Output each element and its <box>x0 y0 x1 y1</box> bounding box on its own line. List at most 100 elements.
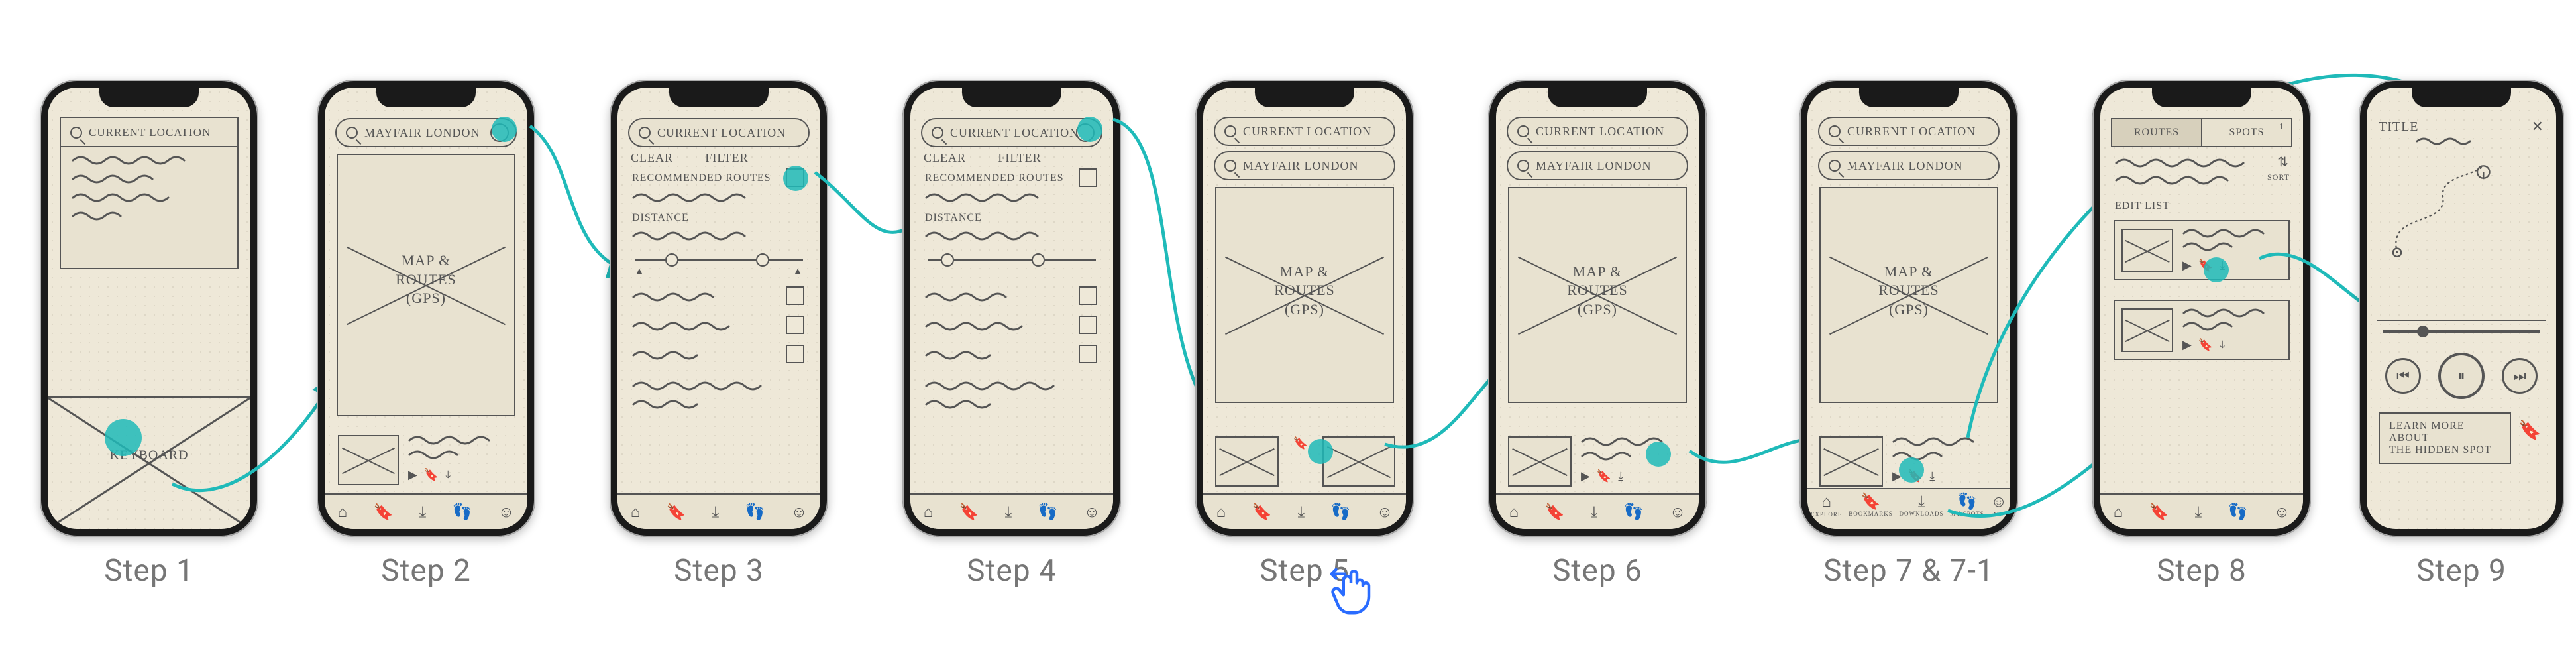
tab-downloads-icon[interactable]: ⤓ <box>1591 503 1598 521</box>
info-note[interactable]: LEARN MORE ABOUT THE HIDDEN SPOT <box>2379 412 2511 464</box>
tab-downloads-icon[interactable]: ⤓ <box>712 503 720 521</box>
tab-bookmarks-icon[interactable]: 🔖 <box>1252 503 1271 521</box>
download-icon[interactable]: ⤓ <box>445 468 451 482</box>
route-preview <box>2367 141 2519 293</box>
bookmark-icon[interactable]: 🔖 <box>2518 419 2542 441</box>
forward-button[interactable]: ⏭ <box>2502 358 2538 394</box>
edit-list[interactable]: EDIT LIST <box>2115 200 2170 212</box>
tab-profile-icon[interactable]: ☺ <box>1991 492 2008 511</box>
pause-button[interactable]: ⏸ <box>2438 353 2485 399</box>
screen: CURRENT LOCATION MAYFAIR LONDON MAP & RO… <box>1203 88 1406 529</box>
tab-explore-icon[interactable]: ⌂ <box>1509 503 1519 522</box>
tab-profile-icon[interactable]: ☺ <box>791 503 808 522</box>
tab-bar: ⌂EXPLORE 🔖BOOKMARKS ⤓DOWNLOADS 👣MY SPOTS… <box>1807 488 2010 529</box>
tab-spots-icon[interactable]: 👣 <box>1957 492 1977 511</box>
tab-spots-icon[interactable]: 👣 <box>1038 503 1058 521</box>
keyboard-area[interactable]: KEYBOARD <box>48 396 250 529</box>
tab-routes[interactable]: ROUTES <box>2111 118 2202 147</box>
search-bar-to[interactable]: MAYFAIR LONDON <box>1507 151 1688 180</box>
option-checkbox[interactable] <box>1079 345 1097 363</box>
tab-explore-icon[interactable]: ⌂ <box>2114 503 2123 522</box>
play-icon[interactable]: ▶ <box>2182 338 2192 352</box>
tab-bookmarks-icon[interactable]: 🔖 <box>666 503 686 521</box>
recommended-checkbox[interactable] <box>1079 168 1097 187</box>
step-label: Step 2 <box>381 553 471 589</box>
clear-button[interactable]: clear <box>631 151 673 165</box>
tab-spots[interactable]: SPOTS 1 <box>2201 118 2292 147</box>
search-bar-from[interactable]: CURRENT LOCATION <box>1507 117 1688 146</box>
download-icon[interactable]: ⤓ <box>1618 469 1623 483</box>
list-item[interactable]: ▶🔖⤓ <box>2114 220 2290 280</box>
step-9: TITLE ✕ ⏮ ⏸ ⏭ LEARN MOR <box>2359 80 2564 589</box>
download-icon[interactable]: ⤓ <box>2220 338 2225 352</box>
tab-bookmarks-icon[interactable]: 🔖 <box>959 503 979 521</box>
download-icon[interactable]: ⤓ <box>1929 469 1935 483</box>
distance-slider[interactable] <box>635 259 803 261</box>
tab-bar: ⌂ 🔖 ⤓ 👣 ☺ <box>325 493 527 529</box>
clear-button[interactable]: clear <box>924 151 966 165</box>
progress-track[interactable] <box>2383 330 2540 333</box>
touch-indicator <box>492 117 517 142</box>
tab-downloads-icon[interactable]: ⤓ <box>2195 503 2202 521</box>
tab-explore-icon[interactable]: ⌂ <box>924 503 934 522</box>
tab-spots-icon[interactable]: 👣 <box>1331 503 1351 521</box>
screen: CURRENT LOCATION <box>48 88 250 529</box>
step-label: Step 8 <box>2157 553 2247 589</box>
tab-downloads-icon[interactable]: ⤓ <box>1005 503 1012 521</box>
play-icon[interactable]: ▶ <box>1581 469 1590 483</box>
option-checkbox[interactable] <box>786 345 804 363</box>
tab-profile-icon[interactable]: ☺ <box>1084 503 1100 522</box>
play-icon[interactable]: ▶ <box>2182 259 2192 272</box>
option-checkbox[interactable] <box>1079 316 1097 334</box>
tab-spots-icon[interactable]: 👣 <box>1624 503 1644 521</box>
bookmark-icon[interactable]: 🔖 <box>2198 338 2213 352</box>
search-bar[interactable]: MAYFAIR LONDON <box>335 118 517 147</box>
card-thumb[interactable] <box>1215 436 1279 487</box>
search-bar-from[interactable]: CURRENT LOCATION <box>1818 117 2000 146</box>
tab-profile-icon[interactable]: ☺ <box>498 503 515 522</box>
tab-explore-icon[interactable]: ⌂ <box>1821 492 1831 511</box>
tab-bookmarks-icon[interactable]: 🔖 <box>1861 492 1881 511</box>
tab-bookmarks-icon[interactable]: 🔖 <box>2149 503 2169 521</box>
tab-profile-icon[interactable]: ☺ <box>1670 503 1686 522</box>
tab-bookmarks-icon[interactable]: 🔖 <box>373 503 393 521</box>
search-bar[interactable]: Current Location <box>921 118 1102 147</box>
screen: ROUTES SPOTS 1 ⇅ SORT EDIT LIST ▶🔖 <box>2100 88 2303 529</box>
tab-downloads-icon[interactable]: ⤓ <box>1918 492 1925 511</box>
card-thumb[interactable] <box>1322 436 1395 487</box>
touch-indicator <box>783 166 808 191</box>
tab-profile-icon[interactable]: ☺ <box>2274 503 2290 522</box>
tab-explore-icon[interactable]: ⌂ <box>1216 503 1226 522</box>
search-bar[interactable]: Current Location <box>628 118 810 147</box>
option-checkbox[interactable] <box>786 286 804 305</box>
item-text <box>2182 308 2282 332</box>
option-checkbox[interactable] <box>786 316 804 334</box>
tab-downloads-icon[interactable]: ⤓ <box>419 503 427 521</box>
tab-spots-icon[interactable]: 👣 <box>2228 503 2248 521</box>
distance-slider[interactable] <box>928 259 1096 261</box>
tab-profile-icon[interactable]: ☺ <box>1377 503 1393 522</box>
search-placeholder[interactable]: CURRENT LOCATION <box>89 126 211 139</box>
tab-label: BOOKMARKS <box>1849 511 1893 517</box>
bookmark-icon[interactable]: 🔖 <box>1597 469 1611 483</box>
rewind-button[interactable]: ⏮ <box>2385 358 2421 394</box>
search-icon <box>932 127 943 139</box>
play-icon[interactable]: ▶ <box>408 468 417 482</box>
option-checkbox[interactable] <box>1079 286 1097 305</box>
list-item[interactable]: ▶ 🔖 ⤓ <box>2114 300 2290 360</box>
tab-downloads-icon[interactable]: ⤓ <box>1298 503 1305 521</box>
segmented-tabs: ROUTES SPOTS 1 <box>2111 118 2292 147</box>
bookmark-icon[interactable]: 🔖 <box>1293 436 1308 450</box>
tab-bookmarks-icon[interactable]: 🔖 <box>1544 503 1564 521</box>
search-bar-to[interactable]: MAYFAIR LONDON <box>1818 151 2000 180</box>
tab-spots-icon[interactable]: 👣 <box>745 503 765 521</box>
search-bar-to[interactable]: MAYFAIR LONDON <box>1214 151 1395 180</box>
bookmark-icon[interactable]: 🔖 <box>424 468 439 482</box>
tab-spots-icon[interactable]: 👣 <box>453 503 472 521</box>
sort-icon[interactable]: ⇅ <box>2277 154 2288 170</box>
tab-explore-icon[interactable]: ⌂ <box>338 503 348 522</box>
search-bar-from[interactable]: CURRENT LOCATION <box>1214 117 1395 146</box>
close-icon[interactable]: ✕ <box>2532 118 2544 135</box>
result-card[interactable]: ▶ 🔖 ⤓ <box>338 435 514 485</box>
tab-explore-icon[interactable]: ⌂ <box>631 503 641 522</box>
